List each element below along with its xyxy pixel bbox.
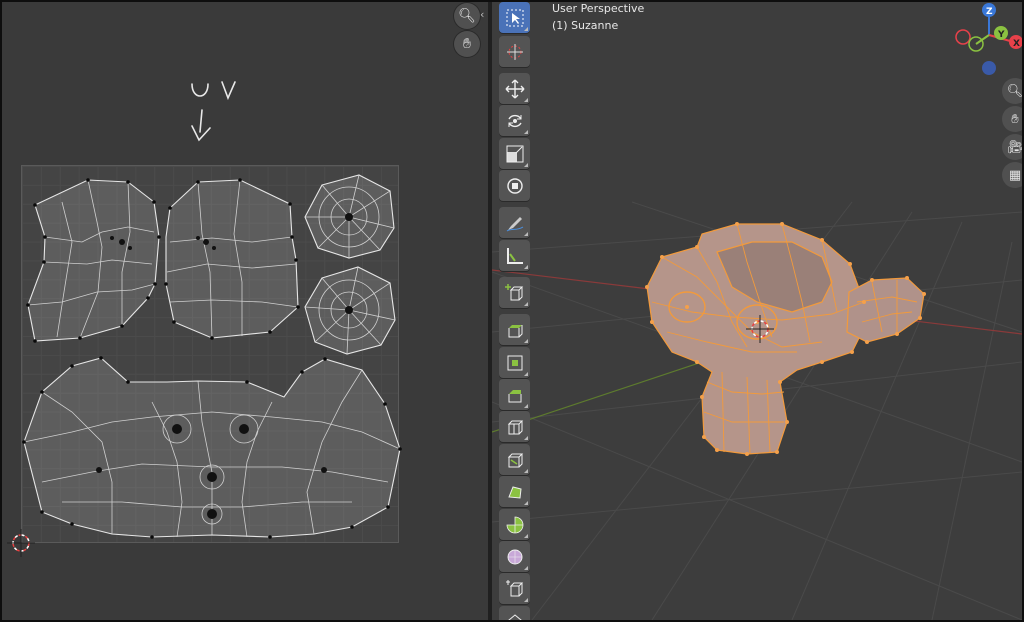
- viewport-zoom-icon[interactable]: 🔍︎: [1002, 78, 1022, 104]
- uv-cursor-icon: [7, 529, 35, 557]
- add-cube-icon: [504, 283, 523, 300]
- loop-cut-icon: [507, 420, 523, 434]
- scale-tool[interactable]: [499, 138, 530, 169]
- cursor-arrow-icon: [506, 9, 523, 26]
- uv-island-head-right: [165, 179, 299, 339]
- gizmo-z-neg: [982, 61, 996, 75]
- shear-tool[interactable]: [499, 573, 530, 604]
- knife-tool[interactable]: [499, 444, 530, 475]
- inset-icon: [507, 355, 522, 370]
- uv-islands[interactable]: [2, 2, 488, 620]
- bevel-tool[interactable]: [499, 379, 530, 410]
- loop-cut-tool[interactable]: [499, 411, 530, 442]
- rip-icon: [507, 613, 522, 620]
- annotate-tool[interactable]: [499, 207, 530, 238]
- gizmo-y-label: Y: [997, 30, 1005, 40]
- smooth-icon: [507, 549, 522, 564]
- ruler-icon: [506, 247, 523, 264]
- spin-icon: [506, 516, 523, 533]
- spin-tool[interactable]: [499, 509, 530, 540]
- extrude-icon: [508, 324, 522, 337]
- handwriting-sketch: [191, 81, 236, 142]
- poly-build-tool[interactable]: [499, 476, 530, 507]
- uv-zoom-icon[interactable]: 🔍︎: [454, 3, 480, 29]
- 3d-viewport[interactable]: Z Y X User Perspective (1) Suzanne 🔍︎ ✋︎…: [492, 2, 1022, 620]
- crosshair-cursor-icon: [506, 43, 523, 60]
- transform-icon: [506, 177, 523, 194]
- select-box-tool[interactable]: [499, 2, 530, 33]
- navigation-gizmo: Z Y X: [955, 3, 1022, 75]
- move-tool[interactable]: [499, 73, 530, 104]
- uv-hand-icon[interactable]: ✋︎: [454, 31, 480, 57]
- viewport-scene[interactable]: Z Y X: [492, 2, 1022, 620]
- gizmo-z-label: Z: [986, 7, 993, 17]
- shear-icon: [505, 579, 523, 596]
- gizmo-x-neg: [955, 29, 971, 45]
- view-mode-label: User Perspective: [552, 2, 645, 15]
- inset-tool[interactable]: [499, 347, 530, 378]
- measure-tool[interactable]: [499, 240, 530, 271]
- bevel-icon: [508, 389, 521, 402]
- extrude-tool[interactable]: [499, 314, 530, 345]
- scale-icon: [506, 145, 523, 162]
- move-arrows-icon: [505, 79, 524, 98]
- smooth-tool[interactable]: [499, 541, 530, 572]
- poly-build-icon: [507, 485, 522, 499]
- collapse-arrow-icon[interactable]: ‹: [480, 8, 484, 21]
- cursor-tool[interactable]: [499, 36, 530, 67]
- camera-icon[interactable]: 🎥︎: [1002, 134, 1022, 160]
- rotate-icon: [507, 114, 522, 127]
- grid-icon[interactable]: ▦: [1002, 162, 1022, 188]
- add-cube-tool[interactable]: [499, 277, 530, 308]
- knife-icon: [507, 453, 523, 467]
- gizmo-x-label: X: [1013, 39, 1020, 49]
- active-object-label: (1) Suzanne: [552, 19, 619, 32]
- pencil-icon: [506, 216, 523, 231]
- viewport-hand-icon[interactable]: ✋︎: [1002, 106, 1022, 132]
- rip-tool[interactable]: [499, 606, 530, 620]
- rotate-tool[interactable]: [499, 105, 530, 136]
- transform-tool[interactable]: [499, 170, 530, 201]
- uv-editor-panel[interactable]: 🔍︎ ✋︎ ‹: [2, 2, 488, 620]
